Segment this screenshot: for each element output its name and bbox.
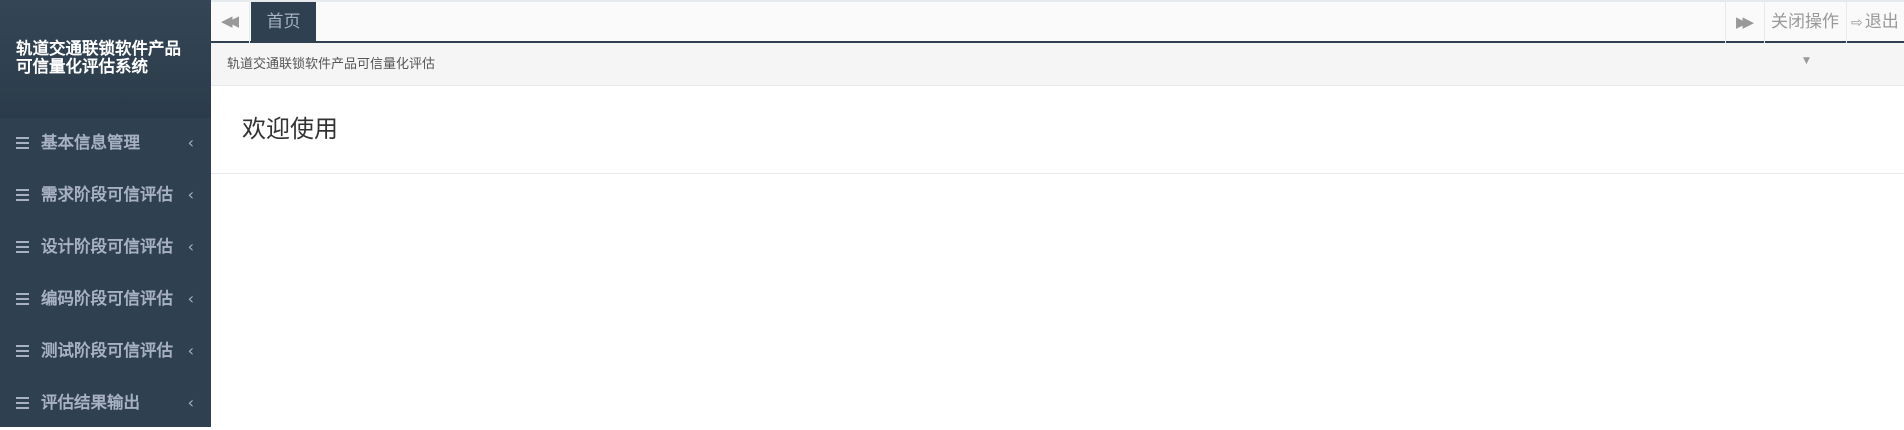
breadcrumb-bar: 轨道交通联锁软件产品可信量化评估 ▼ [211,43,1904,86]
sidebar-item-label: 设计阶段可信评估 [41,237,173,256]
tab-bar: ◀◀ 首页 ▶▶ 关闭操作 ⇨ 退出 [211,0,1904,43]
sidebar-item-design[interactable]: 设计阶段可信评估 ‹ [0,222,211,274]
main-content: 欢迎使用 [211,86,1904,174]
tab-home[interactable]: 首页 [251,2,316,43]
sidebar-item-label: 编码阶段可信评估 [41,289,173,308]
close-operations-button[interactable]: 关闭操作 [1764,2,1846,43]
sign-out-icon: ⇨ [1851,15,1863,31]
bars-icon [16,189,29,201]
bars-icon [16,293,29,305]
tabs-scroll-right-button[interactable]: ▶▶ [1725,2,1764,43]
bars-icon [16,137,29,149]
brand-header: 轨道交通联锁软件产品 可信量化评估系统 [0,0,211,118]
double-right-icon: ▶▶ [1736,13,1754,31]
app-title: 轨道交通联锁软件产品 可信量化评估系统 [16,39,181,76]
sidebar: 轨道交通联锁软件产品 可信量化评估系统 基本信息管理 ‹ 需求阶段可信评估 ‹ … [0,0,211,427]
sidebar-item-label: 基本信息管理 [41,133,140,152]
exit-button[interactable]: ⇨ 退出 [1846,2,1904,43]
sidebar-item-coding[interactable]: 编码阶段可信评估 ‹ [0,274,211,326]
chevron-left-icon: ‹ [187,289,194,308]
bars-icon [16,397,29,409]
sidebar-item-label: 测试阶段可信评估 [41,341,173,360]
sidebar-item-basic-info[interactable]: 基本信息管理 ‹ [0,118,211,170]
double-left-icon: ◀◀ [221,12,239,30]
tabs-scroll-left-button[interactable]: ◀◀ [211,2,250,43]
bars-icon [16,241,29,253]
sidebar-item-label: 需求阶段可信评估 [41,185,173,204]
chevron-left-icon: ‹ [187,237,194,256]
sidebar-item-label: 评估结果输出 [41,393,140,412]
close-operations-label: 关闭操作 [1771,12,1839,32]
chevron-left-icon: ‹ [187,393,194,412]
breadcrumb: 轨道交通联锁软件产品可信量化评估 [227,57,436,72]
chevron-left-icon: ‹ [187,185,194,204]
bars-icon [16,345,29,357]
welcome-heading: 欢迎使用 [242,115,338,143]
caret-down-icon[interactable]: ▼ [1803,56,1810,66]
sidebar-nav: 基本信息管理 ‹ 需求阶段可信评估 ‹ 设计阶段可信评估 ‹ 编码阶段可信评估 … [0,118,211,430]
exit-label: 退出 [1864,12,1899,32]
sidebar-item-requirements[interactable]: 需求阶段可信评估 ‹ [0,170,211,222]
chevron-left-icon: ‹ [187,341,194,360]
sidebar-item-testing[interactable]: 测试阶段可信评估 ‹ [0,326,211,378]
chevron-left-icon: ‹ [187,133,194,152]
sidebar-item-results[interactable]: 评估结果输出 ‹ [0,378,211,430]
